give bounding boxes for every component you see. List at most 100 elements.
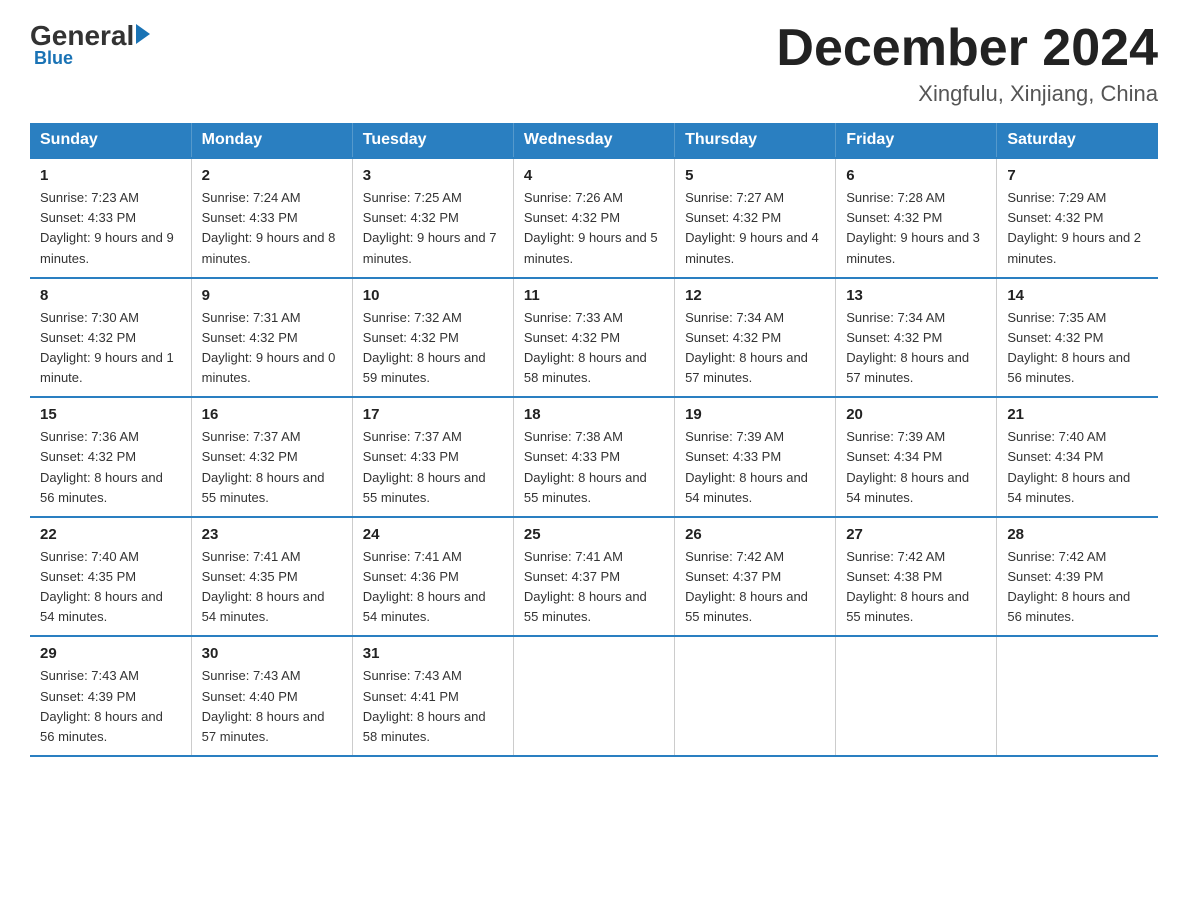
page-header: General Blue December 2024 Xingfulu, Xin…: [30, 20, 1158, 107]
day-number: 8: [40, 287, 181, 304]
calendar-cell: 28 Sunrise: 7:42 AMSunset: 4:39 PMDayligh…: [997, 517, 1158, 637]
day-number: 10: [363, 287, 503, 304]
day-info: Sunrise: 7:42 AMSunset: 4:37 PMDaylight:…: [685, 547, 825, 628]
day-info: Sunrise: 7:26 AMSunset: 4:32 PMDaylight:…: [524, 188, 664, 269]
day-number: 30: [202, 645, 342, 662]
column-header-thursday: Thursday: [675, 123, 836, 158]
day-number: 5: [685, 167, 825, 184]
calendar-week-row: 8 Sunrise: 7:30 AMSunset: 4:32 PMDaylight…: [30, 278, 1158, 398]
day-info: Sunrise: 7:28 AMSunset: 4:32 PMDaylight:…: [846, 188, 986, 269]
column-header-sunday: Sunday: [30, 123, 191, 158]
day-number: 15: [40, 406, 181, 423]
day-number: 13: [846, 287, 986, 304]
day-number: 23: [202, 526, 342, 543]
day-info: Sunrise: 7:30 AMSunset: 4:32 PMDaylight:…: [40, 308, 181, 389]
day-number: 29: [40, 645, 181, 662]
calendar-cell: 13 Sunrise: 7:34 AMSunset: 4:32 PMDayligh…: [836, 278, 997, 398]
calendar-cell: 26 Sunrise: 7:42 AMSunset: 4:37 PMDayligh…: [675, 517, 836, 637]
calendar-cell: 2Sunrise: 7:24 AMSunset: 4:33 PMDaylight…: [191, 158, 352, 278]
day-number: 17: [363, 406, 503, 423]
day-info: Sunrise: 7:31 AMSunset: 4:32 PMDaylight:…: [202, 308, 342, 389]
day-info: Sunrise: 7:29 AMSunset: 4:32 PMDaylight:…: [1007, 188, 1148, 269]
day-info: Sunrise: 7:43 AMSunset: 4:39 PMDaylight:…: [40, 666, 181, 747]
calendar-cell: 15 Sunrise: 7:36 AMSunset: 4:32 PMDayligh…: [30, 397, 191, 517]
month-title: December 2024: [776, 20, 1158, 77]
calendar-cell: 19 Sunrise: 7:39 AMSunset: 4:33 PMDayligh…: [675, 397, 836, 517]
calendar-table: SundayMondayTuesdayWednesdayThursdayFrid…: [30, 123, 1158, 757]
calendar-cell: 5 Sunrise: 7:27 AMSunset: 4:32 PMDaylight…: [675, 158, 836, 278]
day-number: 9: [202, 287, 342, 304]
day-number: 3: [363, 167, 503, 184]
calendar-cell: 31 Sunrise: 7:43 AMSunset: 4:41 PMDayligh…: [352, 636, 513, 756]
calendar-cell: [997, 636, 1158, 756]
calendar-cell: [513, 636, 674, 756]
day-number: 22: [40, 526, 181, 543]
calendar-cell: 30Sunrise: 7:43 AMSunset: 4:40 PMDayligh…: [191, 636, 352, 756]
logo-blue-text: Blue: [34, 48, 73, 69]
day-number: 26: [685, 526, 825, 543]
day-number: 19: [685, 406, 825, 423]
day-info: Sunrise: 7:37 AMSunset: 4:33 PMDaylight:…: [363, 427, 503, 508]
day-info: Sunrise: 7:39 AMSunset: 4:33 PMDaylight:…: [685, 427, 825, 508]
day-info: Sunrise: 7:41 AMSunset: 4:37 PMDaylight:…: [524, 547, 664, 628]
column-header-tuesday: Tuesday: [352, 123, 513, 158]
day-number: 28: [1007, 526, 1148, 543]
day-info: Sunrise: 7:38 AMSunset: 4:33 PMDaylight:…: [524, 427, 664, 508]
day-number: 6: [846, 167, 986, 184]
calendar-cell: [836, 636, 997, 756]
calendar-week-row: 1 Sunrise: 7:23 AMSunset: 4:33 PMDaylight…: [30, 158, 1158, 278]
day-number: 4: [524, 167, 664, 184]
calendar-cell: 29 Sunrise: 7:43 AMSunset: 4:39 PMDayligh…: [30, 636, 191, 756]
day-number: 12: [685, 287, 825, 304]
day-info: Sunrise: 7:40 AMSunset: 4:34 PMDaylight:…: [1007, 427, 1148, 508]
calendar-cell: 16Sunrise: 7:37 AMSunset: 4:32 PMDayligh…: [191, 397, 352, 517]
calendar-cell: 4 Sunrise: 7:26 AMSunset: 4:32 PMDaylight…: [513, 158, 674, 278]
calendar-week-row: 22Sunrise: 7:40 AMSunset: 4:35 PMDayligh…: [30, 517, 1158, 637]
day-info: Sunrise: 7:27 AMSunset: 4:32 PMDaylight:…: [685, 188, 825, 269]
calendar-cell: 14 Sunrise: 7:35 AMSunset: 4:32 PMDayligh…: [997, 278, 1158, 398]
day-info: Sunrise: 7:42 AMSunset: 4:38 PMDaylight:…: [846, 547, 986, 628]
calendar-cell: [675, 636, 836, 756]
day-info: Sunrise: 7:33 AMSunset: 4:32 PMDaylight:…: [524, 308, 664, 389]
day-number: 25: [524, 526, 664, 543]
column-header-monday: Monday: [191, 123, 352, 158]
calendar-cell: 6 Sunrise: 7:28 AMSunset: 4:32 PMDaylight…: [836, 158, 997, 278]
day-number: 1: [40, 167, 181, 184]
day-info: Sunrise: 7:41 AMSunset: 4:35 PMDaylight:…: [202, 547, 342, 628]
day-info: Sunrise: 7:34 AMSunset: 4:32 PMDaylight:…: [846, 308, 986, 389]
day-info: Sunrise: 7:39 AMSunset: 4:34 PMDaylight:…: [846, 427, 986, 508]
day-info: Sunrise: 7:23 AMSunset: 4:33 PMDaylight:…: [40, 188, 181, 269]
calendar-cell: 17 Sunrise: 7:37 AMSunset: 4:33 PMDayligh…: [352, 397, 513, 517]
day-info: Sunrise: 7:25 AMSunset: 4:32 PMDaylight:…: [363, 188, 503, 269]
calendar-cell: 10 Sunrise: 7:32 AMSunset: 4:32 PMDayligh…: [352, 278, 513, 398]
calendar-cell: 7Sunrise: 7:29 AMSunset: 4:32 PMDaylight…: [997, 158, 1158, 278]
column-header-saturday: Saturday: [997, 123, 1158, 158]
day-info: Sunrise: 7:35 AMSunset: 4:32 PMDaylight:…: [1007, 308, 1148, 389]
day-info: Sunrise: 7:32 AMSunset: 4:32 PMDaylight:…: [363, 308, 503, 389]
day-number: 24: [363, 526, 503, 543]
day-number: 31: [363, 645, 503, 662]
day-number: 21: [1007, 406, 1148, 423]
title-block: December 2024 Xingfulu, Xinjiang, China: [776, 20, 1158, 107]
day-number: 14: [1007, 287, 1148, 304]
calendar-cell: 27Sunrise: 7:42 AMSunset: 4:38 PMDayligh…: [836, 517, 997, 637]
logo: General Blue: [30, 20, 150, 69]
day-number: 20: [846, 406, 986, 423]
day-number: 18: [524, 406, 664, 423]
calendar-cell: 12Sunrise: 7:34 AMSunset: 4:32 PMDayligh…: [675, 278, 836, 398]
day-info: Sunrise: 7:36 AMSunset: 4:32 PMDaylight:…: [40, 427, 181, 508]
day-number: 11: [524, 287, 664, 304]
location: Xingfulu, Xinjiang, China: [776, 81, 1158, 107]
day-info: Sunrise: 7:42 AMSunset: 4:39 PMDaylight:…: [1007, 547, 1148, 628]
calendar-week-row: 29 Sunrise: 7:43 AMSunset: 4:39 PMDayligh…: [30, 636, 1158, 756]
calendar-cell: 3 Sunrise: 7:25 AMSunset: 4:32 PMDaylight…: [352, 158, 513, 278]
day-number: 16: [202, 406, 342, 423]
day-info: Sunrise: 7:41 AMSunset: 4:36 PMDaylight:…: [363, 547, 503, 628]
calendar-cell: 20 Sunrise: 7:39 AMSunset: 4:34 PMDayligh…: [836, 397, 997, 517]
day-info: Sunrise: 7:43 AMSunset: 4:41 PMDaylight:…: [363, 666, 503, 747]
calendar-cell: 8 Sunrise: 7:30 AMSunset: 4:32 PMDaylight…: [30, 278, 191, 398]
column-header-wednesday: Wednesday: [513, 123, 674, 158]
calendar-cell: 24 Sunrise: 7:41 AMSunset: 4:36 PMDayligh…: [352, 517, 513, 637]
column-header-friday: Friday: [836, 123, 997, 158]
calendar-cell: 22Sunrise: 7:40 AMSunset: 4:35 PMDayligh…: [30, 517, 191, 637]
